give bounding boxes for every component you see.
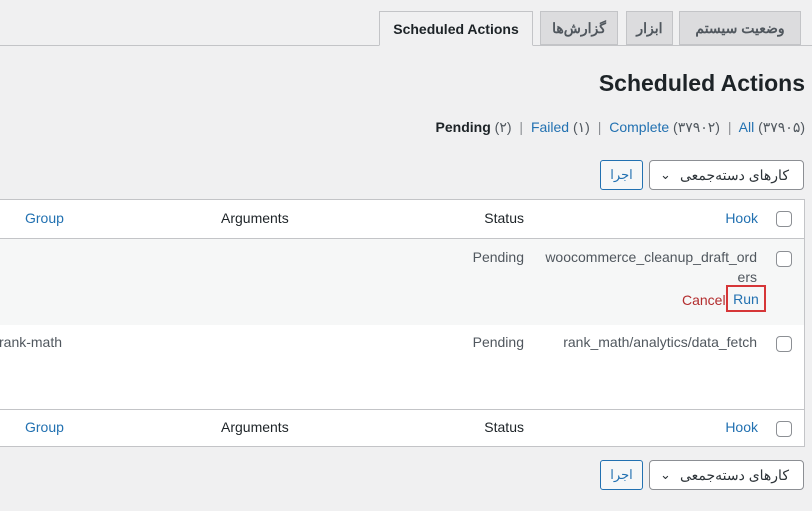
apply-button-bottom[interactable]: اجرا [600,460,643,490]
scheduled-actions-table: Hook Status Arguments Group woocommerce_… [0,199,805,447]
column-group-sort-footer[interactable]: Group [25,419,64,435]
column-hook-sort[interactable]: Hook [725,210,758,226]
table-row: rank_math/analytics/data_fetch Pending r… [0,325,804,409]
column-arguments-footer: Arguments [221,419,289,435]
row-status: Pending [472,249,524,265]
select-all-checkbox[interactable] [776,211,792,227]
row-hook-line2: ers [737,269,757,285]
bulk-actions-select-bottom[interactable]: ⌄ کارهای دسته‌جمعی [649,460,804,490]
chevron-down-icon: ⌄ [660,467,671,482]
apply-button-top[interactable]: اجرا [600,160,643,190]
filter-failed-link[interactable]: Failed [531,119,569,135]
row-hook: woocommerce_cleanup_draft_ord ers [545,249,757,285]
filter-separator: | [597,119,602,135]
tab-tools[interactable]: ابزار [626,11,673,45]
select-all-checkbox-footer[interactable] [776,421,792,437]
tab-scheduled-actions[interactable]: Scheduled Actions [379,11,533,46]
tab-reports[interactable]: گزارش‌ها [540,11,618,45]
filter-complete-count: (۳۷۹۰۲) [673,119,720,135]
table-footer: Hook Status Arguments Group [0,409,804,448]
status-filter-links: Pending (۲) | Failed (۱) | Complete (۳۷۹… [436,119,805,136]
row-status: Pending [472,334,524,350]
tab-system-status[interactable]: وضعیت سیستم [679,11,801,45]
page-title: Scheduled Actions [598,70,805,96]
filter-pending-current: Pending [435,119,491,135]
row-hook: rank_math/analytics/data_fetch [563,334,757,350]
nav-tabs: Scheduled Actions گزارش‌ها ابزار وضعیت س… [0,0,812,46]
table-header: Hook Status Arguments Group [0,200,804,239]
filter-separator: | [519,119,524,135]
bulk-actions-select-top[interactable]: ⌄ کارهای دسته‌جمعی [649,160,804,190]
column-hook-sort-footer[interactable]: Hook [725,419,758,435]
filter-separator: | [727,119,732,135]
column-group-sort[interactable]: Group [25,210,64,226]
filter-complete-link[interactable]: Complete [609,119,669,135]
filter-all-link[interactable]: All [739,119,755,135]
row-hook-line1: woocommerce_cleanup_draft_ord [545,249,757,265]
row-action-run[interactable]: Run [726,285,766,312]
table-row: woocommerce_cleanup_draft_ord ers Cancel… [0,239,804,325]
row-group: rank-math [0,334,63,350]
filter-all-count: (۳۷۹۰۵) [758,119,805,135]
filter-failed-count: (۱) [572,119,590,135]
bulk-actions-selected: کارهای دسته‌جمعی [679,466,789,483]
row-checkbox[interactable] [776,251,792,267]
row-action-cancel[interactable]: Cancel [682,292,726,308]
row-checkbox[interactable] [776,336,792,352]
column-arguments: Arguments [221,210,289,226]
bulk-actions-selected: کارهای دسته‌جمعی [679,166,789,183]
chevron-down-icon: ⌄ [660,167,671,182]
filter-pending-count: (۲) [494,119,512,135]
column-status-footer: Status [484,419,524,435]
column-status: Status [484,210,524,226]
